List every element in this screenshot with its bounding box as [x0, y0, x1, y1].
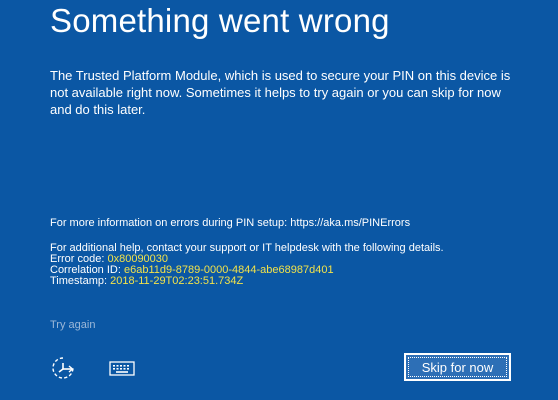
timestamp-value: 2018-11-29T02:23:51.734Z [110, 275, 244, 287]
ease-of-access-icon[interactable] [49, 354, 77, 382]
error-details: For additional help, contact your suppor… [50, 243, 444, 287]
error-message: The Trusted Platform Module, which is us… [50, 68, 511, 117]
page-title: Something went wrong [50, 2, 390, 39]
keyboard-icon[interactable] [107, 354, 139, 382]
skip-for-now-button[interactable]: Skip for now [404, 353, 511, 381]
more-info-text: For more information on errors during PI… [50, 217, 411, 229]
timestamp-label: Timestamp: [50, 275, 111, 287]
try-again-link[interactable]: Try again [50, 319, 95, 332]
timestamp-row: Timestamp: 2018-11-29T02:23:51.734Z [50, 276, 444, 287]
